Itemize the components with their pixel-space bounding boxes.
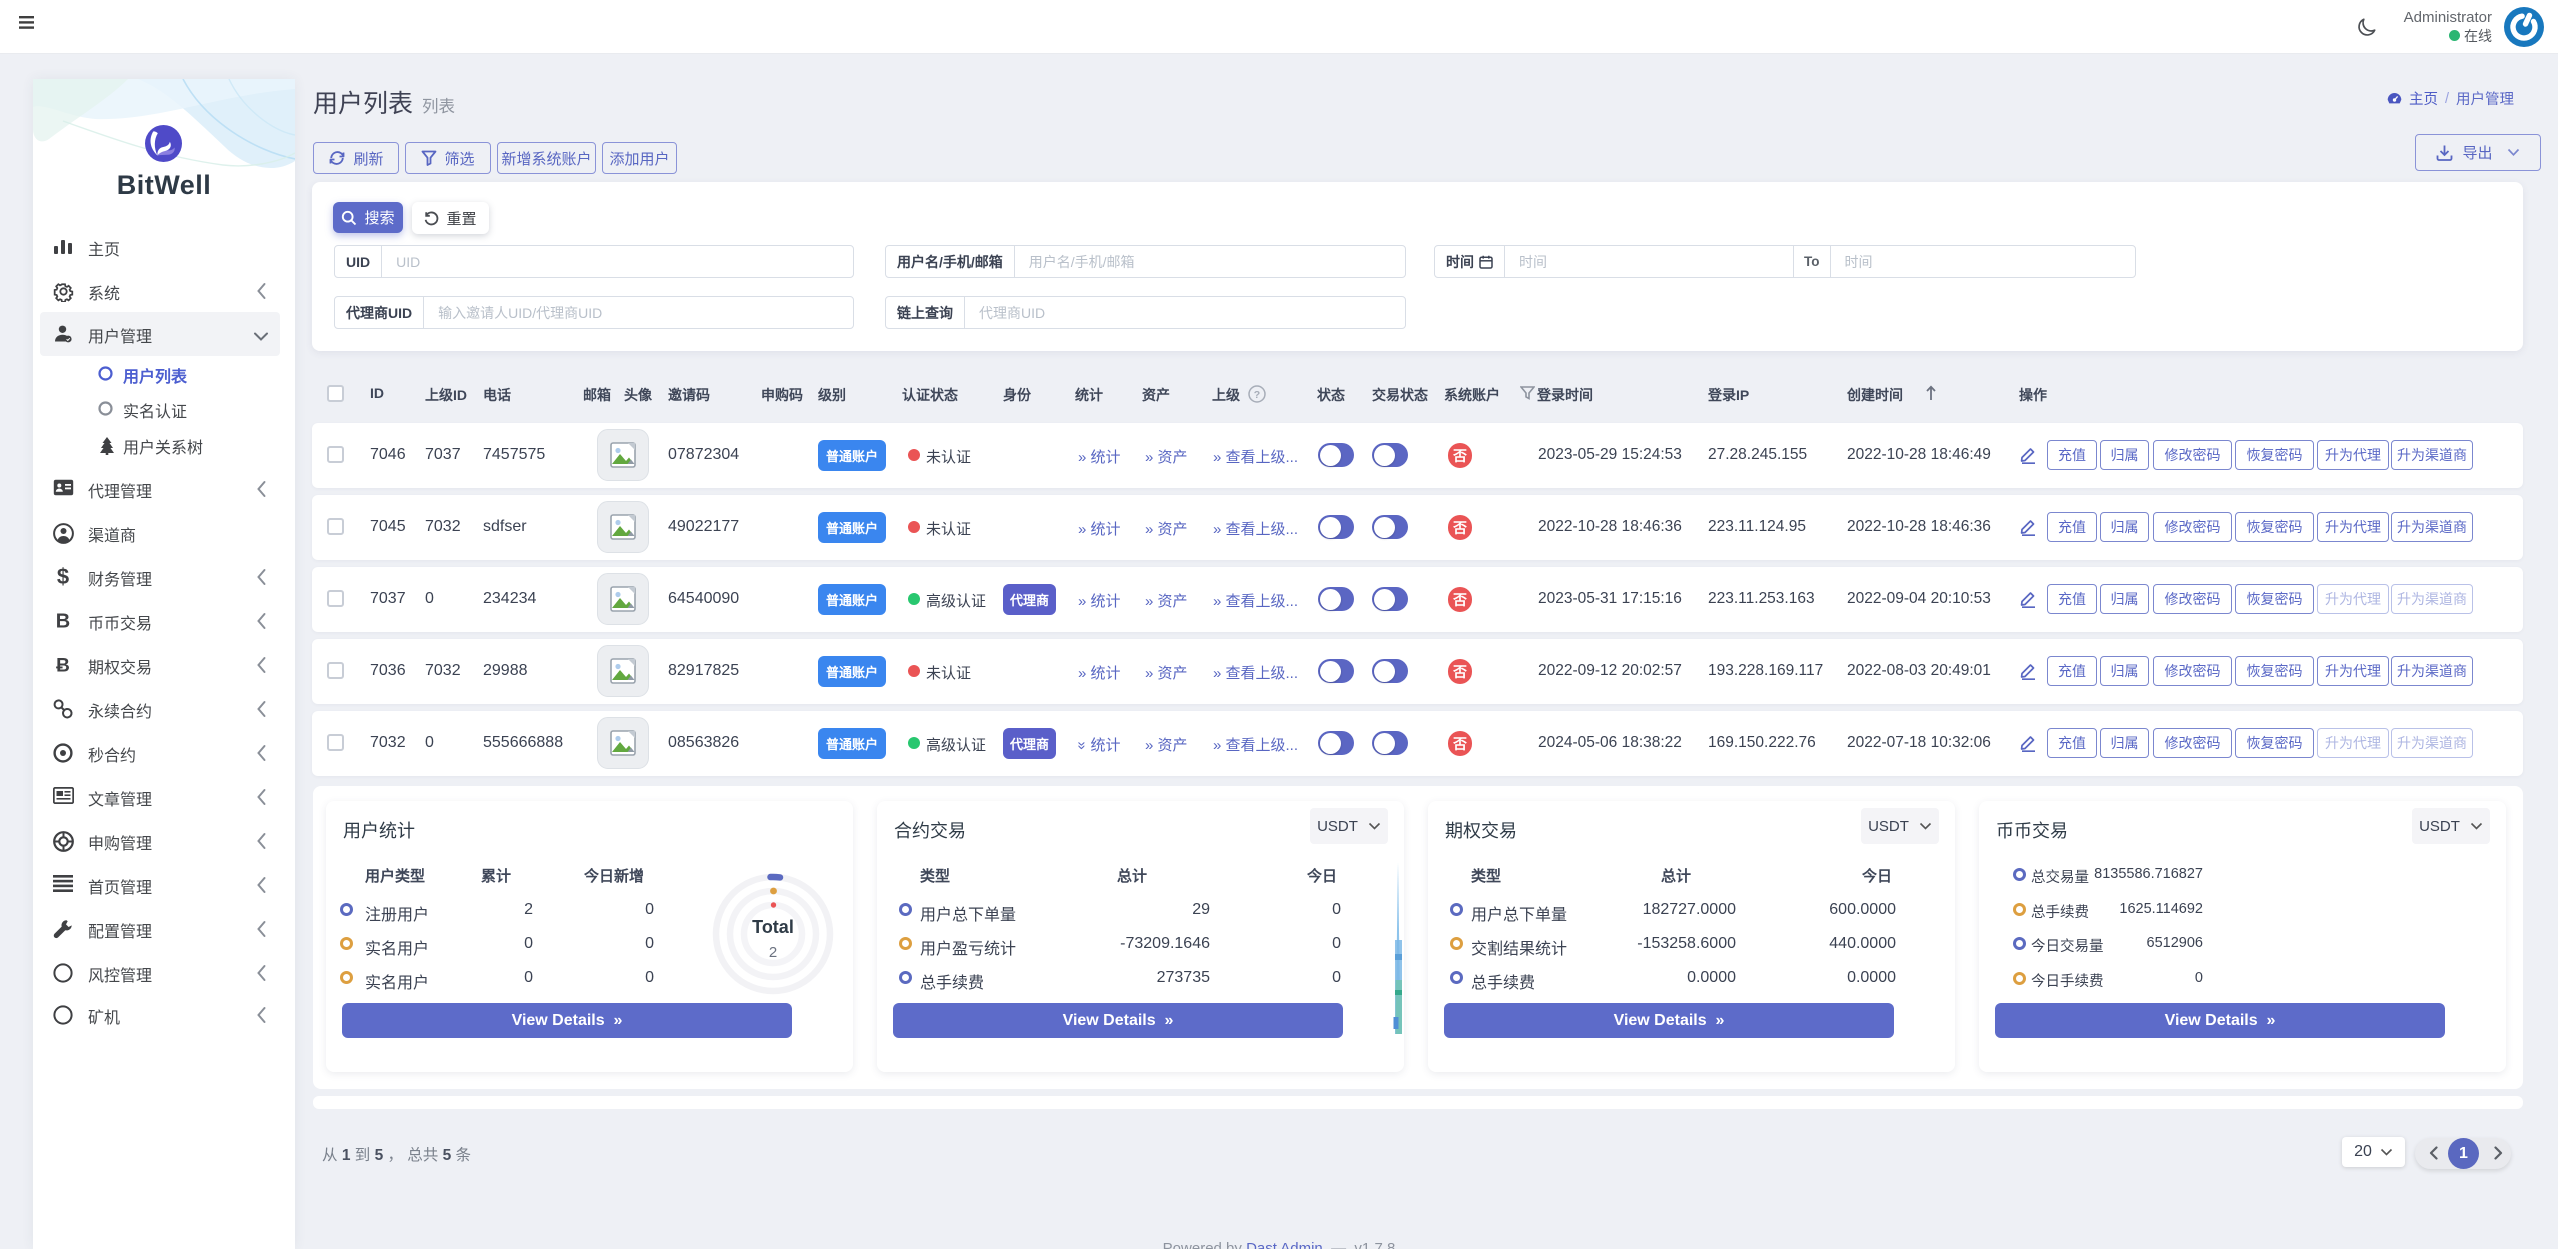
svg-text:$: $	[57, 567, 69, 587]
svg-text:B: B	[56, 611, 70, 631]
svg-text:?: ?	[1254, 389, 1260, 401]
svg-text:Ƀ: Ƀ	[56, 656, 70, 676]
